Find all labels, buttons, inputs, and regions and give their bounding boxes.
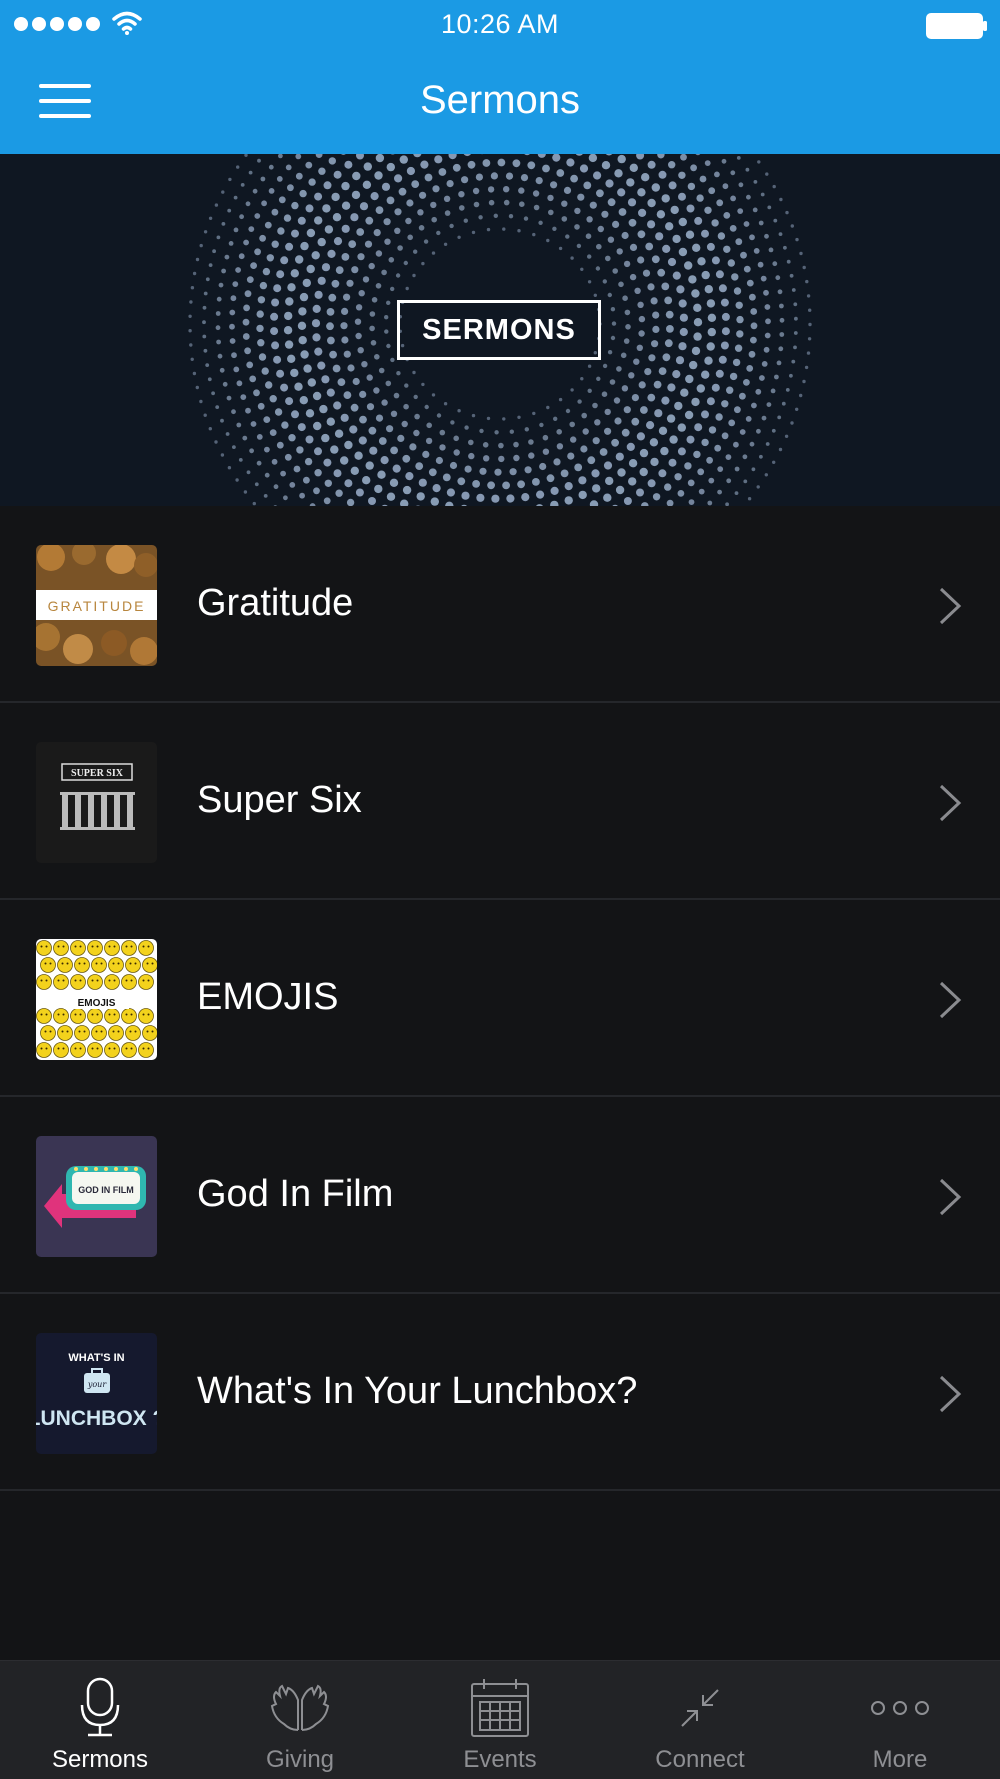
tab-label: More <box>800 1746 1000 1774</box>
tab-more[interactable]: More <box>800 1661 1000 1779</box>
thumb-text: SUPER SIX <box>71 768 124 779</box>
chevron-right-icon <box>938 1374 962 1414</box>
tab-label: Giving <box>200 1746 400 1774</box>
series-thumbnail-super-six: SUPER SIX <box>36 742 157 863</box>
hero-badge: SERMONS <box>397 300 601 360</box>
tab-events[interactable]: Events <box>400 1661 600 1779</box>
series-thumbnail-gratitude: GRATITUDE <box>36 545 157 666</box>
list-item[interactable]: SUPER SIX Super Six <box>0 703 1000 900</box>
hero-banner: SERMONS <box>0 154 1000 506</box>
tab-label: Events <box>400 1746 600 1774</box>
thumb-text: WHAT'S IN <box>68 1352 124 1364</box>
list-item[interactable]: EMOJIS EMOJIS <box>0 900 1000 1097</box>
tab-connect[interactable]: Connect <box>600 1661 800 1779</box>
chevron-right-icon <box>938 980 962 1020</box>
series-thumbnail-lunchbox: WHAT'S IN your LUNCHBOX ? <box>36 1333 157 1454</box>
thumb-text: LUNCHBOX ? <box>36 1407 157 1430</box>
series-title: EMOJIS <box>197 976 338 1019</box>
thumb-text: GOD IN FILM <box>78 1185 134 1195</box>
calendar-icon <box>400 1675 600 1741</box>
page-title: Sermons <box>0 78 1000 123</box>
tab-label: Sermons <box>0 1746 200 1774</box>
list-item[interactable]: GRATITUDE Gratitude <box>0 506 1000 703</box>
tab-giving[interactable]: Giving <box>200 1661 400 1779</box>
praying-hands-icon <box>200 1675 400 1741</box>
chevron-right-icon <box>938 586 962 626</box>
chevron-right-icon <box>938 1177 962 1217</box>
series-thumbnail-god-in-film: GOD IN FILM <box>36 1136 157 1257</box>
thumb-text: GRATITUDE <box>48 598 146 614</box>
nav-bar: Sermons <box>0 50 1000 154</box>
tab-bar: Sermons Giving <box>0 1660 1000 1779</box>
thumb-text: EMOJIS <box>78 998 116 1009</box>
battery-icon <box>926 13 988 39</box>
sermon-series-list: GRATITUDE Gratitude SUPER SIX Super Six <box>0 506 1000 1491</box>
arrows-connect-icon <box>600 1675 800 1741</box>
more-dots-icon <box>800 1675 1000 1741</box>
list-item[interactable]: GOD IN FILM God In Film <box>0 1097 1000 1294</box>
series-title: God In Film <box>197 1173 393 1216</box>
series-title: What's In Your Lunchbox? <box>197 1370 637 1413</box>
status-time: 10:26 AM <box>0 9 1000 40</box>
tab-sermons[interactable]: Sermons <box>0 1661 200 1779</box>
microphone-icon <box>0 1675 200 1741</box>
series-title: Gratitude <box>197 582 353 625</box>
chevron-right-icon <box>938 783 962 823</box>
series-title: Super Six <box>197 779 362 822</box>
thumb-text: your <box>87 1380 107 1389</box>
status-bar: 10:26 AM <box>0 0 1000 50</box>
tab-label: Connect <box>600 1746 800 1774</box>
list-item[interactable]: WHAT'S IN your LUNCHBOX ? What's In Your… <box>0 1294 1000 1491</box>
series-thumbnail-emojis: EMOJIS <box>36 939 157 1060</box>
